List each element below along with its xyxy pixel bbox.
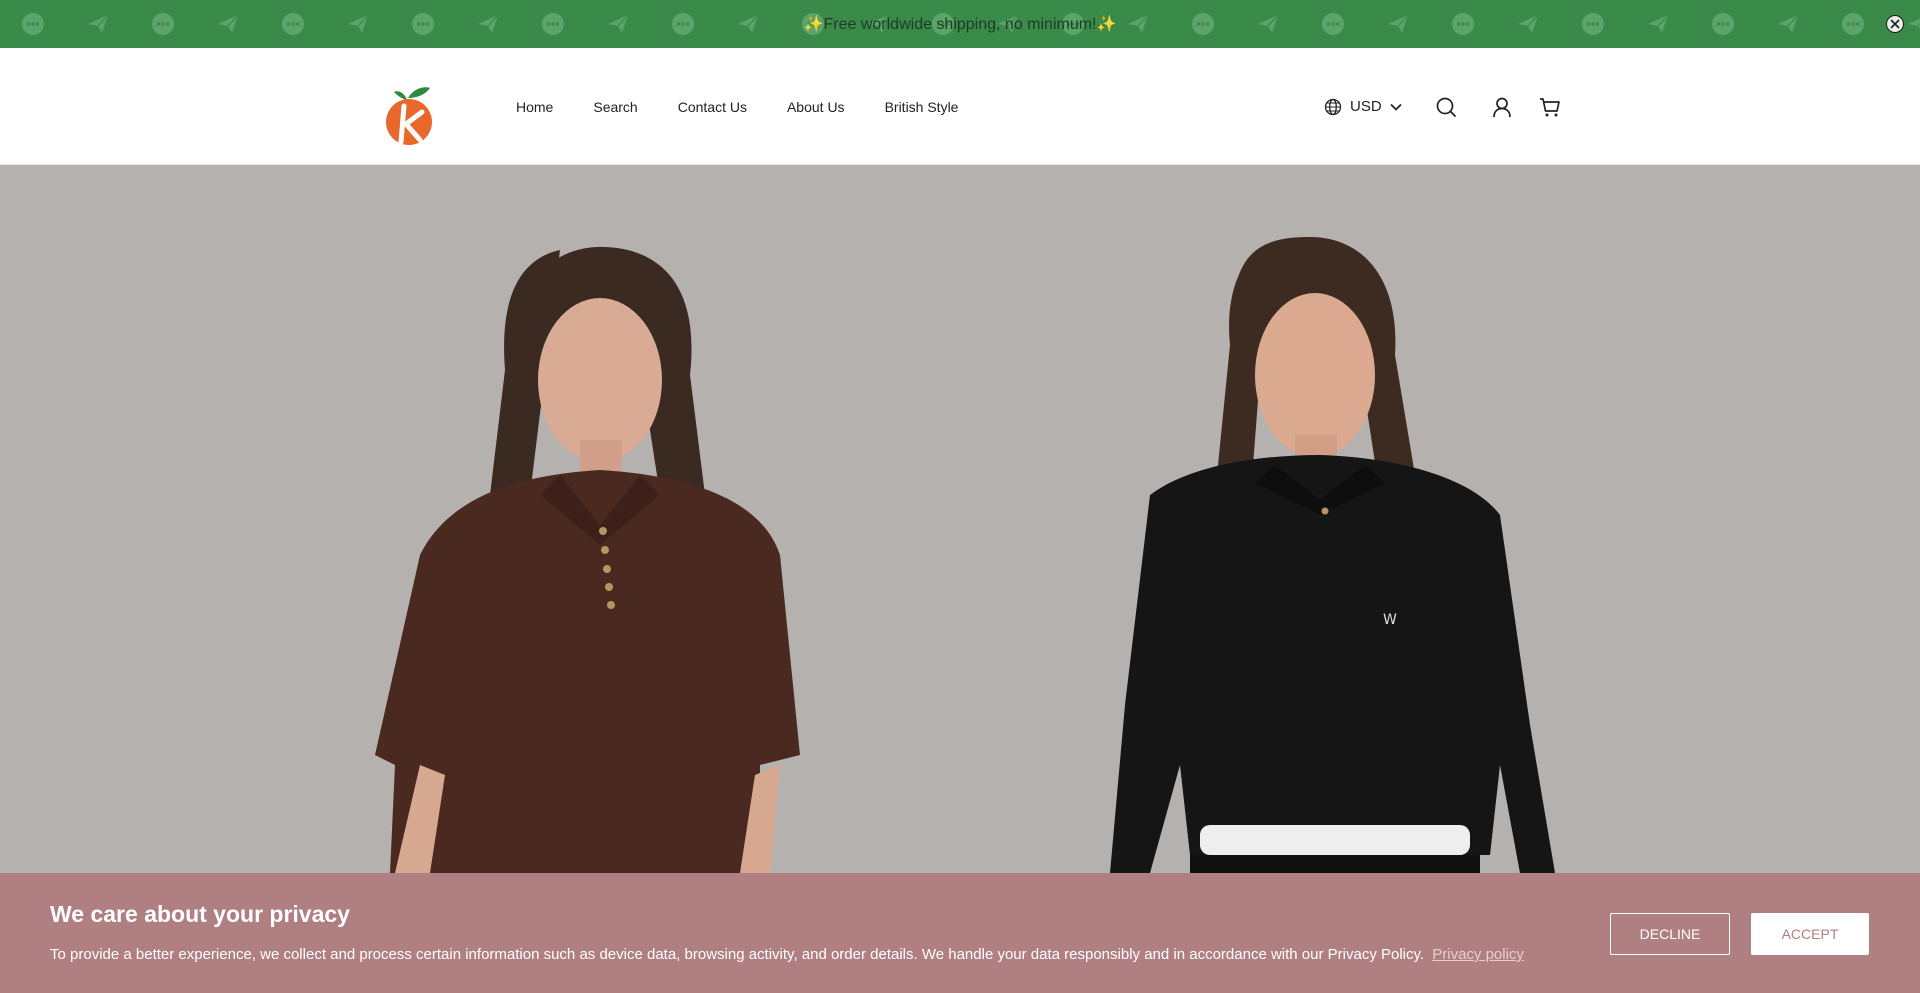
search-icon [1436, 97, 1456, 117]
chevron-down-icon [1390, 103, 1402, 111]
cookie-title: We care about your privacy [50, 901, 350, 927]
account-icon [1492, 97, 1511, 117]
close-icon [1890, 19, 1900, 29]
announcement-text: ✨Free worldwide shipping, no minimum!✨ [803, 16, 1117, 33]
announcement-close-button[interactable] [1886, 15, 1904, 33]
cookie-body-text: To provide a better experience, we colle… [50, 946, 1425, 963]
currency-selector[interactable]: USD [1324, 98, 1402, 116]
nav-about-us[interactable]: About Us [787, 99, 845, 115]
header-search-button[interactable] [1434, 95, 1458, 119]
main-nav: Home Search Contact Us About Us British … [516, 48, 958, 165]
accept-button[interactable]: ACCEPT [1751, 913, 1869, 955]
announcement-bar: ✨Free worldwide shipping, no minimum!✨ [0, 0, 1920, 48]
announcement-text-wrap: ✨Free worldwide shipping, no minimum!✨ [0, 0, 1920, 48]
header-cart-button[interactable] [1538, 95, 1562, 119]
cart-icon [1539, 97, 1560, 116]
header-account-button[interactable] [1490, 95, 1514, 119]
svg-text:W: W [1383, 612, 1397, 628]
peach-logo-icon [386, 87, 432, 145]
header-tools: USD [1324, 48, 1562, 165]
site-header: Home Search Contact Us About Us British … [0, 48, 1920, 165]
decline-button[interactable]: DECLINE [1610, 913, 1730, 955]
cookie-body: To provide a better experience, we colle… [50, 946, 1524, 963]
nav-search[interactable]: Search [593, 99, 637, 115]
cookie-banner: We care about your privacy To provide a … [0, 873, 1920, 993]
nav-contact-us[interactable]: Contact Us [678, 99, 747, 115]
hero-image: W [0, 165, 1920, 873]
privacy-policy-link[interactable]: Privacy policy [1432, 946, 1524, 963]
globe-icon [1324, 98, 1342, 115]
hero-banner[interactable]: W [0, 165, 1920, 873]
nav-british-style[interactable]: British Style [885, 99, 959, 115]
nav-home[interactable]: Home [516, 99, 553, 115]
currency-label: USD [1350, 98, 1382, 115]
site-logo[interactable] [384, 84, 434, 146]
